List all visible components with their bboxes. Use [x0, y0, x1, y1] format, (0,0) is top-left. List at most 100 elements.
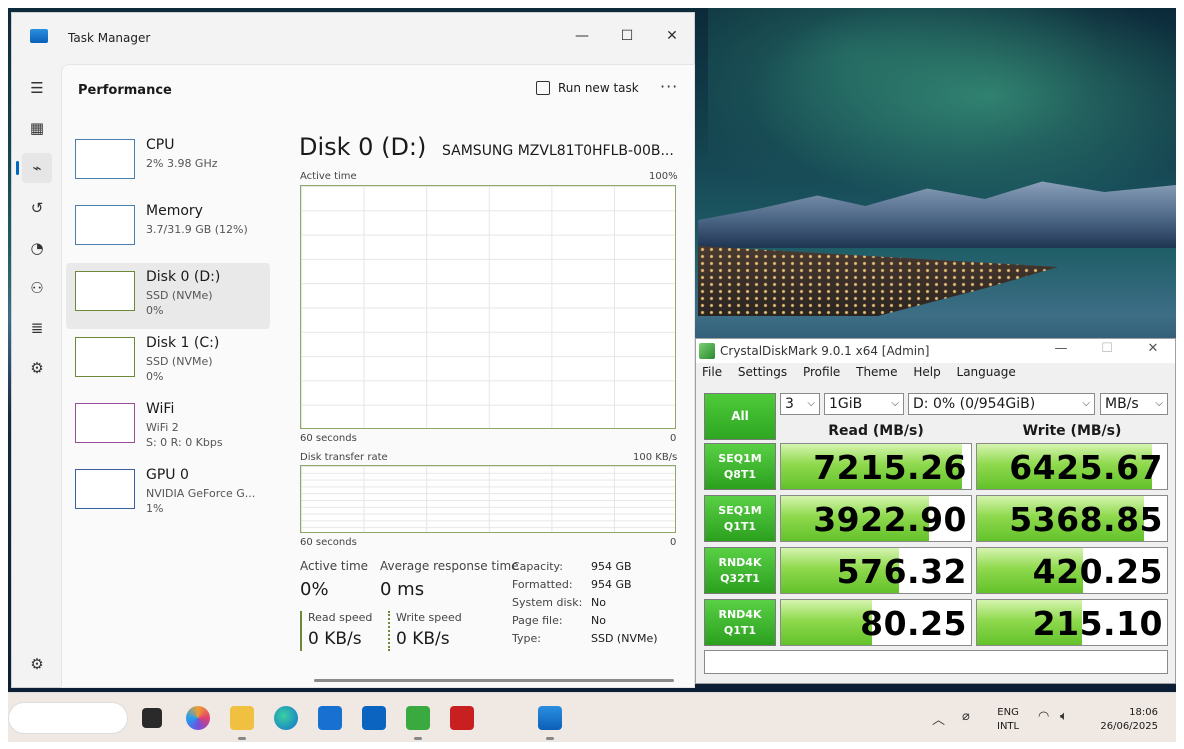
- startup-apps-icon[interactable]: ◔: [22, 233, 52, 263]
- transfer-rate-graph: [300, 465, 676, 533]
- test-type: RND4K: [718, 556, 762, 569]
- read-result-value: 576.32: [836, 552, 967, 591]
- menu-settings[interactable]: Settings: [738, 365, 787, 379]
- cdm-titlebar[interactable]: CrystalDiskMark 9.0.1 x64 [Admin] — ☐ ✕: [696, 339, 1175, 363]
- size-select[interactable]: 1GiB ⌵: [824, 393, 904, 415]
- network-off-icon[interactable]: ⌀: [962, 709, 970, 724]
- cdm-maximize-button[interactable]: ☐: [1092, 341, 1122, 356]
- input-language-indicator[interactable]: ENG INTL: [997, 706, 1019, 734]
- test-button-0[interactable]: SEQ1M Q8T1: [704, 443, 776, 490]
- file-explorer-icon[interactable]: [230, 706, 254, 740]
- processes-icon[interactable]: ▦: [22, 113, 52, 143]
- resource-item-disk-0[interactable]: Disk 0 (D:) SSD (NVMe) 0%: [66, 263, 270, 329]
- active-time-stat-value: 0%: [300, 579, 329, 600]
- disk-title: Disk 0 (D:): [299, 133, 427, 161]
- drive-value: D: 0% (0/954GiB): [913, 396, 1036, 412]
- system-clock[interactable]: 18:06 26/06/2025: [1094, 706, 1158, 734]
- resource-item-memory[interactable]: Memory 3.7/31.9 GB (12%): [66, 197, 270, 263]
- read-speed-value: 0 KB/s: [308, 629, 362, 649]
- read-result-bar: [781, 600, 873, 645]
- task-view-icon[interactable]: [142, 708, 162, 728]
- resource-item-cpu[interactable]: CPU 2% 3.98 GHz: [66, 131, 270, 197]
- prop-key: Page file:: [512, 614, 563, 627]
- cdm-minimize-button[interactable]: —: [1046, 341, 1076, 356]
- details-icon[interactable]: ≣: [22, 313, 52, 343]
- read-column-header: Read (MB/s): [828, 423, 924, 439]
- disk-model: SAMSUNG MZVL81T0HFLB-00B...: [442, 143, 674, 159]
- write-result-value: 6425.67: [1009, 448, 1163, 487]
- resource-item-wifi[interactable]: WiFi WiFi 2 S: 0 R: 0 Kbps: [66, 395, 270, 461]
- cdm-app-icon: [699, 343, 715, 359]
- run-new-task-button[interactable]: Run new task: [536, 81, 639, 95]
- menu-profile[interactable]: Profile: [803, 365, 840, 379]
- menu-help[interactable]: Help: [913, 365, 940, 379]
- crystaldiskmark-taskbar-icon[interactable]: [406, 706, 430, 740]
- minimize-button[interactable]: —: [562, 21, 602, 51]
- chevron-down-icon: ⌵: [1082, 398, 1090, 409]
- copilot-icon[interactable]: [186, 706, 210, 730]
- services-icon[interactable]: ⚙: [22, 353, 52, 383]
- task-manager-taskbar-icon[interactable]: [538, 706, 562, 740]
- taskbar-search-box[interactable]: [8, 702, 128, 734]
- users-icon[interactable]: ⚇: [22, 273, 52, 303]
- write-speed-indicator: [388, 611, 390, 651]
- cdm-close-button[interactable]: ✕: [1138, 341, 1168, 356]
- microsoft-store-icon[interactable]: [318, 706, 342, 730]
- hamburger-menu-icon[interactable]: ☰: [22, 73, 52, 103]
- edge-browser-icon[interactable]: [274, 706, 298, 730]
- size-value: 1GiB: [829, 396, 863, 412]
- read-result-cell: 7215.26: [780, 443, 972, 490]
- settings-icon[interactable]: ⚙: [22, 649, 52, 679]
- disk1-thumbnail-graph: [75, 337, 135, 377]
- drive-select[interactable]: D: 0% (0/954GiB) ⌵: [908, 393, 1095, 415]
- task-manager-titlebar[interactable]: Task Manager — ☐ ✕: [12, 13, 694, 61]
- count-value: 3: [785, 396, 794, 412]
- resource-item-gpu[interactable]: GPU 0 NVIDIA GeForce G... 1%: [66, 461, 270, 527]
- horizontal-scrollbar[interactable]: [314, 679, 674, 682]
- app-history-icon[interactable]: ↺: [22, 193, 52, 223]
- prop-value: 954 GB: [591, 560, 632, 573]
- flash-app-icon[interactable]: [450, 706, 474, 730]
- comment-field[interactable]: [704, 650, 1168, 674]
- wifi-icon[interactable]: ◠: [1038, 709, 1049, 724]
- resource-detail: S: 0 R: 0 Kbps: [146, 436, 223, 449]
- resource-detail: 0%: [146, 370, 164, 383]
- resource-item-disk-1[interactable]: Disk 1 (C:) SSD (NVMe) 0%: [66, 329, 270, 395]
- menu-language[interactable]: Language: [957, 365, 1016, 379]
- write-speed-value: 0 KB/s: [396, 629, 450, 649]
- write-speed-label: Write speed: [396, 611, 462, 624]
- write-result-cell: 6425.67: [976, 443, 1168, 490]
- prop-key: System disk:: [512, 596, 583, 609]
- more-options-icon[interactable]: ···: [660, 77, 678, 96]
- maximize-button[interactable]: ☐: [607, 21, 647, 51]
- page-title: Performance: [78, 83, 172, 98]
- performance-icon[interactable]: ⌁: [16, 153, 52, 183]
- menu-file[interactable]: File: [702, 365, 722, 379]
- all-button[interactable]: All: [704, 393, 776, 440]
- active-time-stat-label: Active time: [300, 559, 369, 573]
- disk0-thumbnail-graph: [75, 271, 135, 311]
- prop-value: No: [591, 614, 606, 627]
- test-button-1[interactable]: SEQ1M Q1T1: [704, 495, 776, 542]
- write-result-cell: 215.10: [976, 599, 1168, 646]
- window-title: Task Manager: [68, 31, 151, 45]
- test-button-2[interactable]: RND4K Q32T1: [704, 547, 776, 594]
- keyboard-layout: INTL: [997, 721, 1020, 732]
- active-time-graph: [300, 185, 676, 429]
- close-button[interactable]: ✕: [652, 21, 692, 51]
- performance-panel: Performance Run new task ··· CPU 2% 3.98…: [61, 64, 695, 688]
- test-button-3[interactable]: RND4K Q1T1: [704, 599, 776, 646]
- prop-value: 954 GB: [591, 578, 632, 591]
- read-speed-indicator: [300, 611, 302, 651]
- count-select[interactable]: 3 ⌵: [780, 393, 820, 415]
- chevron-up-icon[interactable]: ︿: [932, 709, 945, 728]
- cdm-window-title: CrystalDiskMark 9.0.1 x64 [Admin]: [720, 344, 930, 358]
- resource-detail: WiFi 2: [146, 421, 179, 434]
- menu-theme[interactable]: Theme: [856, 365, 897, 379]
- volume-icon[interactable]: 🔈︎: [1060, 709, 1068, 724]
- crystaldiskmark-window: CrystalDiskMark 9.0.1 x64 [Admin] — ☐ ✕ …: [695, 338, 1176, 684]
- read-result-cell: 576.32: [780, 547, 972, 594]
- read-result-value: 7215.26: [813, 448, 967, 487]
- outlook-icon[interactable]: [362, 706, 386, 730]
- unit-select[interactable]: MB/s ⌵: [1100, 393, 1168, 415]
